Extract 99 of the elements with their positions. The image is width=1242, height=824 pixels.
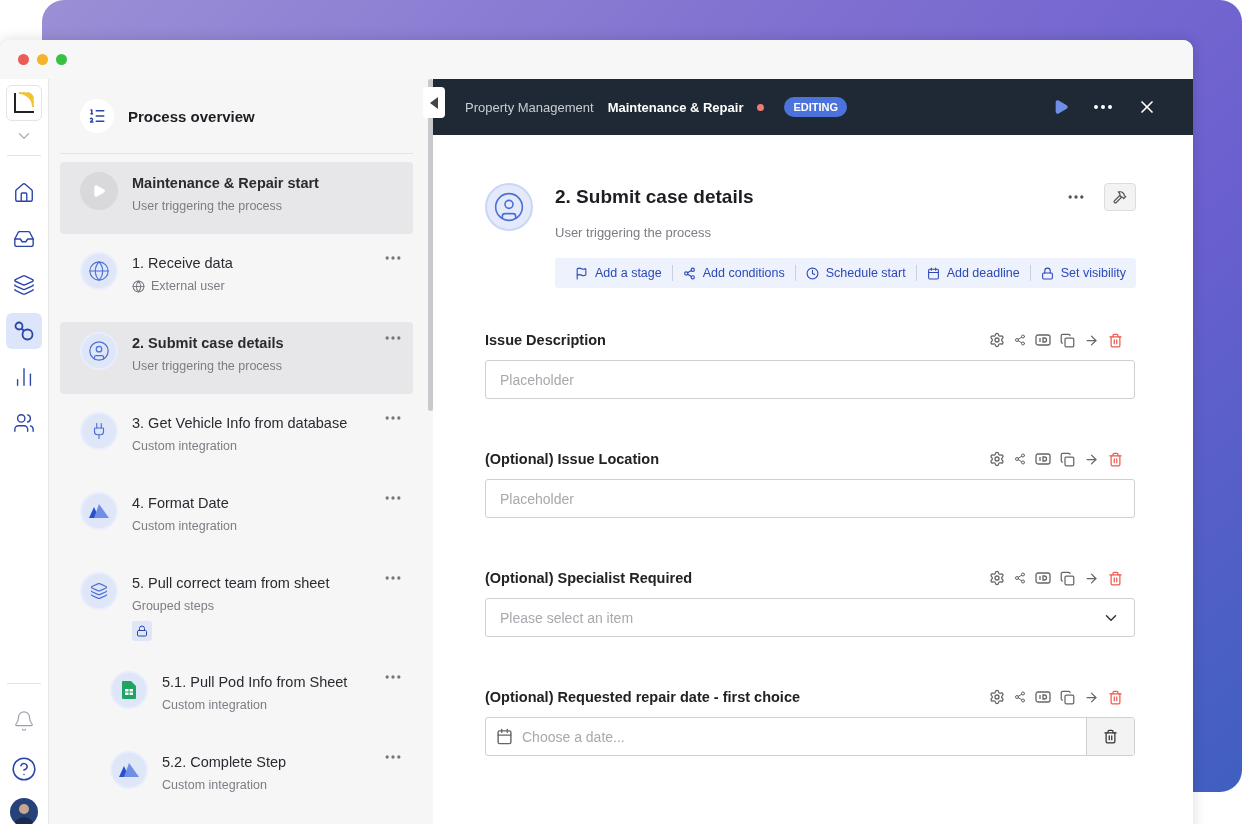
step-subtitle: User triggering the process bbox=[132, 199, 283, 213]
arrow-right-icon[interactable] bbox=[1084, 689, 1099, 705]
action-link[interactable]: Schedule start bbox=[818, 266, 916, 280]
nodes-icon[interactable] bbox=[13, 320, 35, 342]
arrow-right-icon[interactable] bbox=[1084, 332, 1099, 348]
play-icon bbox=[92, 184, 106, 198]
collapse-button[interactable] bbox=[423, 87, 445, 118]
arrow-right-icon[interactable] bbox=[1084, 570, 1099, 586]
step-title: 4. Format Date bbox=[132, 495, 230, 511]
spreadsheet-icon bbox=[122, 681, 136, 699]
globe-icon bbox=[132, 279, 145, 293]
text-field[interactable]: Placeholder bbox=[485, 479, 1135, 518]
branch-icon[interactable] bbox=[682, 266, 696, 280]
id-card-icon[interactable] bbox=[1035, 691, 1051, 703]
hammer-icon[interactable] bbox=[1112, 190, 1127, 204]
flag-icon[interactable] bbox=[575, 266, 588, 280]
step-title: 1. Receive data bbox=[132, 255, 233, 271]
date-picker[interactable]: Choose a date... bbox=[485, 717, 1135, 756]
step-item[interactable]: 4. Format Date Custom integration bbox=[60, 482, 413, 554]
mountain-icon bbox=[119, 763, 139, 777]
step-title: 5. Pull correct team from sheet bbox=[132, 575, 330, 591]
id-card-icon[interactable] bbox=[1035, 334, 1051, 346]
step-title: 5.1. Pull Pod Info from Sheet bbox=[162, 674, 348, 690]
play-icon[interactable] bbox=[1053, 99, 1069, 115]
breadcrumb[interactable]: Property Management bbox=[465, 99, 594, 115]
step-item[interactable]: 5.2. Complete Step Custom integration bbox=[60, 741, 413, 813]
step-title: 5.2. Complete Step bbox=[162, 754, 287, 770]
avatar[interactable] bbox=[10, 798, 38, 824]
field-label: (Optional) Issue Location bbox=[485, 451, 659, 467]
copy-icon[interactable] bbox=[1060, 570, 1075, 586]
step-subtitle: User triggering the process bbox=[132, 359, 283, 373]
step-item[interactable]: Maintenance & Repair start User triggering the process bbox=[60, 162, 413, 234]
step-item[interactable]: 3. Get Vehicle Info from database Custom integration bbox=[60, 402, 413, 474]
step-title: Maintenance & Repair start bbox=[132, 175, 319, 191]
bell-icon[interactable] bbox=[13, 710, 35, 732]
share-icon[interactable] bbox=[1014, 334, 1026, 346]
stack-icon bbox=[90, 582, 108, 600]
calendar-icon[interactable] bbox=[926, 266, 940, 280]
lock-button[interactable] bbox=[132, 621, 152, 641]
lock-icon[interactable] bbox=[1040, 266, 1054, 280]
field-label: Issue Description bbox=[485, 332, 606, 348]
text-field[interactable]: Placeholder bbox=[485, 360, 1135, 399]
user-icon bbox=[485, 183, 533, 231]
people-icon[interactable] bbox=[13, 412, 35, 434]
id-card-icon[interactable] bbox=[1035, 572, 1051, 584]
step-item[interactable]: 5. Pull correct team from sheet Grouped steps bbox=[60, 562, 413, 653]
home-icon[interactable] bbox=[13, 182, 35, 204]
tool-button[interactable] bbox=[1103, 183, 1136, 211]
step-item[interactable]: 1. Receive data External user bbox=[60, 242, 413, 314]
settings-icon[interactable] bbox=[989, 332, 1005, 348]
step-subtitle: Custom integration bbox=[132, 439, 237, 453]
share-icon[interactable] bbox=[1014, 453, 1026, 465]
layers-icon[interactable] bbox=[13, 274, 35, 296]
field-label: (Optional) Requested repair date - first choice bbox=[485, 689, 801, 705]
arrow-right-icon[interactable] bbox=[1084, 451, 1099, 467]
scrollbar[interactable] bbox=[428, 79, 433, 411]
step-subtitle: Custom integration bbox=[162, 778, 267, 792]
caret-left-icon[interactable] bbox=[430, 96, 438, 109]
delete-icon[interactable] bbox=[1103, 729, 1118, 744]
lock-icon bbox=[136, 625, 148, 637]
step-item[interactable]: 5.1. Pull Pod Info from Sheet Custom integration bbox=[60, 661, 413, 733]
step-heading: 2. Submit case details bbox=[555, 186, 754, 208]
calendar-icon[interactable] bbox=[496, 728, 513, 745]
action-link[interactable]: Add a stage bbox=[588, 266, 672, 280]
user-icon bbox=[88, 340, 110, 362]
settings-icon[interactable] bbox=[989, 689, 1005, 705]
logo[interactable] bbox=[6, 85, 42, 121]
copy-icon[interactable] bbox=[1060, 689, 1075, 705]
clock-icon[interactable] bbox=[805, 266, 819, 280]
globe-icon bbox=[88, 260, 110, 282]
step-subtitle: External user bbox=[151, 279, 225, 293]
close-window-button[interactable] bbox=[18, 54, 29, 65]
action-link[interactable]: Add conditions bbox=[695, 266, 795, 280]
process-name: Maintenance & Repair bbox=[607, 99, 744, 115]
field-label: (Optional) Specialist Required bbox=[485, 570, 693, 586]
action-link[interactable]: Set visibility bbox=[1053, 266, 1136, 280]
step-description: User triggering the process bbox=[555, 225, 713, 240]
share-icon[interactable] bbox=[1014, 691, 1026, 703]
step-title: 2. Submit case details bbox=[132, 335, 284, 351]
copy-icon[interactable] bbox=[1060, 451, 1075, 467]
mountain-icon bbox=[89, 504, 109, 518]
help-icon[interactable] bbox=[11, 756, 37, 782]
settings-icon[interactable] bbox=[989, 451, 1005, 467]
settings-icon[interactable] bbox=[989, 570, 1005, 586]
id-card-icon[interactable] bbox=[1035, 453, 1051, 465]
step-subtitle: Custom integration bbox=[132, 519, 237, 533]
step-item[interactable]: 2. Submit case details User triggering the process bbox=[60, 322, 413, 394]
share-icon[interactable] bbox=[1014, 572, 1026, 584]
inbox-icon[interactable] bbox=[13, 228, 35, 250]
nav-button[interactable] bbox=[6, 313, 42, 349]
clear-date-button[interactable] bbox=[1086, 718, 1134, 755]
step-subtitle: Custom integration bbox=[162, 698, 267, 712]
action-link[interactable]: Add deadline bbox=[939, 266, 1030, 280]
status-badge: EDITING bbox=[784, 97, 848, 117]
step-subtitle: Grouped steps bbox=[132, 599, 214, 613]
step-title: 3. Get Vehicle Info from database bbox=[132, 415, 348, 431]
copy-icon[interactable] bbox=[1060, 332, 1075, 348]
list-icon bbox=[80, 99, 114, 133]
sidebar-title: Process overview bbox=[128, 107, 255, 125]
